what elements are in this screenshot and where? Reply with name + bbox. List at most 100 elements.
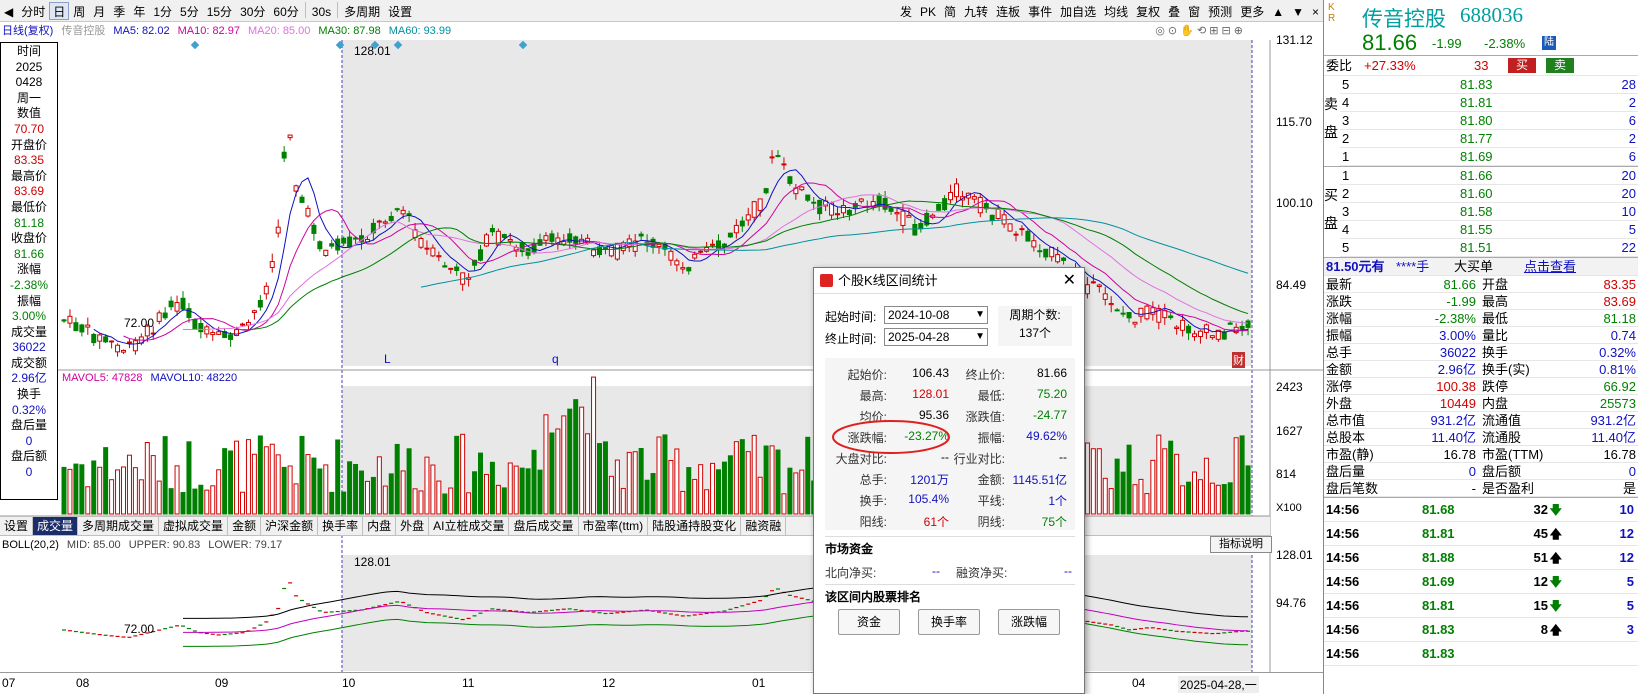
- level-price: 81.80: [1460, 113, 1493, 128]
- stat-label: 最低:: [977, 389, 1005, 403]
- sells-level-row[interactable]: 4 81.81 2: [1340, 94, 1638, 112]
- finance-badge[interactable]: 财: [1232, 352, 1245, 368]
- detail-label: 盘后笔数: [1326, 481, 1379, 496]
- indicator-tab[interactable]: 换手率: [318, 517, 364, 535]
- toolbar-tool-button[interactable]: 简: [940, 2, 960, 20]
- period-button[interactable]: 60分: [269, 2, 302, 20]
- indicator-tab[interactable]: 陆股通持股变化: [648, 517, 742, 535]
- indicator-tab[interactable]: 市盈率(ttm): [579, 517, 649, 535]
- detail-row: 最新 81.66 开盘 83.35: [1324, 276, 1638, 293]
- level-qty: 10: [1621, 204, 1636, 219]
- period-button[interactable]: 周: [69, 2, 89, 20]
- period-button[interactable]: 日: [49, 1, 70, 20]
- indicator-tab[interactable]: 沪深金额: [261, 517, 319, 535]
- period-button[interactable]: 年: [129, 2, 149, 20]
- level-qty: 6: [1628, 149, 1636, 164]
- indicator-tab[interactable]: 设置: [0, 517, 34, 535]
- sell-orderbook: 5 81.83 28 4 81.81 2 3 81.80 6 2 81.77 2 1 81.69 6 卖 盘: [1324, 76, 1638, 167]
- level-qty: 2: [1628, 131, 1636, 146]
- toolbar-tool-button[interactable]: 发: [896, 2, 916, 20]
- indicator-tab[interactable]: 外盘: [396, 517, 430, 535]
- detail-value: 11.40亿: [1591, 430, 1636, 445]
- indicator-help-button[interactable]: 指标说明: [1210, 536, 1272, 553]
- volume-axis-label: 814: [1276, 467, 1297, 481]
- kline-range-stats-dialog: 个股K线区间统计 ✕ 起始时间: 2024-10-08 ▼ 终止时间: 2025-…: [813, 267, 1085, 694]
- period-button[interactable]: 设置: [384, 2, 416, 20]
- toolbar-tool-button[interactable]: 连板: [992, 2, 1024, 20]
- detail-value: 0: [1628, 464, 1636, 479]
- buys-level-row[interactable]: 3 81.58 10: [1340, 203, 1638, 221]
- indicator-tab[interactable]: AI立桩成交量: [429, 517, 510, 535]
- indicator-tab[interactable]: 多周期成交量: [78, 517, 160, 535]
- buys-level-row[interactable]: 5 81.51 22: [1340, 239, 1638, 257]
- buys-level-row[interactable]: 1 81.66 20: [1340, 167, 1638, 185]
- period-button[interactable]: 月: [89, 2, 109, 20]
- indicator-tab[interactable]: 虚拟成交量: [159, 517, 229, 535]
- toolbar-tool-button[interactable]: 预测: [1204, 2, 1236, 20]
- rank-turnover-button[interactable]: 换手率: [918, 609, 980, 635]
- period-button[interactable]: 1分: [149, 2, 176, 20]
- toolbar-tool-button[interactable]: 均线: [1100, 2, 1132, 20]
- toolbar-tool-button[interactable]: 更多: [1236, 2, 1268, 20]
- back-icon[interactable]: ◀: [0, 2, 17, 20]
- toolbar-up-icon[interactable]: ▲: [1268, 2, 1288, 20]
- indicator-tab[interactable]: 盘后成交量: [509, 517, 579, 535]
- buys-level-row[interactable]: 2 81.60 20: [1340, 185, 1638, 203]
- rank-change-button[interactable]: 涨跌幅: [998, 609, 1060, 635]
- tick-row: 14:56 81.83: [1324, 642, 1638, 666]
- detail-row: 外盘 10449 内盘 25573: [1324, 395, 1638, 412]
- detail-label: 量比: [1482, 328, 1509, 343]
- big-order-row[interactable]: 81.50元有 ****手 大买单 点击查看: [1324, 258, 1638, 276]
- detail-row: 涨跌 -1.99 最高 83.69: [1324, 293, 1638, 310]
- toolbar-tool-button[interactable]: 加自选: [1056, 2, 1100, 20]
- detail-row: 总股本 11.40亿 流通股 11.40亿: [1324, 429, 1638, 446]
- period-button[interactable]: 季: [109, 2, 129, 20]
- highlight-ellipse: [832, 420, 950, 454]
- period-button[interactable]: 分时: [17, 2, 49, 20]
- period-button[interactable]: 5分: [176, 2, 203, 20]
- detail-label: 最低: [1482, 311, 1509, 326]
- indicator-tab[interactable]: 成交量: [33, 517, 79, 535]
- start-date-select[interactable]: 2024-10-08 ▼: [884, 306, 988, 324]
- toolbar-tool-button[interactable]: PK: [916, 2, 940, 20]
- period-button[interactable]: 30分: [236, 2, 269, 20]
- toolbar-tool-button[interactable]: 事件: [1024, 2, 1056, 20]
- indicator-tab[interactable]: 金额: [228, 517, 262, 535]
- period-button[interactable]: 多周期: [340, 2, 384, 20]
- period-button[interactable]: 15分: [203, 2, 236, 20]
- panel-row: 周一: [16, 90, 41, 105]
- rank-fund-button[interactable]: 资金: [838, 609, 900, 635]
- toolbar-tool-button[interactable]: 九转: [960, 2, 992, 20]
- level-num: 3: [1342, 204, 1350, 219]
- sells-level-row[interactable]: 5 81.83 28: [1340, 76, 1638, 94]
- period-button[interactable]: 30s: [308, 2, 335, 20]
- indicator-tab[interactable]: 内盘: [363, 517, 397, 535]
- chart-area[interactable]: [0, 40, 1323, 672]
- tick-volume: 15: [1533, 598, 1548, 613]
- close-icon[interactable]: ✕: [1063, 268, 1076, 294]
- level-price: 81.58: [1460, 204, 1493, 219]
- toolbar-close-icon[interactable]: ×: [1308, 2, 1323, 20]
- buys-level-row[interactable]: 4 81.55 5: [1340, 221, 1638, 239]
- quote-panel: K R 传音控股 688036 81.66 -1.99 -2.38% 陆 委比 …: [1323, 0, 1638, 694]
- toolbar-tool-button[interactable]: 叠: [1164, 2, 1184, 20]
- price-change-pct: -2.38%: [1484, 36, 1526, 51]
- end-date-select[interactable]: 2025-04-28 ▼: [884, 328, 988, 346]
- detail-value: 0.32%: [1599, 345, 1636, 360]
- sells-level-row[interactable]: 2 81.77 2: [1340, 130, 1638, 148]
- big-order-link[interactable]: 点击查看: [1524, 258, 1576, 276]
- buy-orderbook: 1 81.66 20 2 81.60 20 3 81.58 10 4 81.55 5 5 81.51 22 买…: [1324, 167, 1638, 258]
- sells-level-row[interactable]: 3 81.80 6: [1340, 112, 1638, 130]
- buy-button[interactable]: 买: [1508, 58, 1537, 73]
- toolbar-tool-button[interactable]: 窗: [1184, 2, 1204, 20]
- detail-label: 总市值: [1326, 413, 1366, 428]
- toolbar-tool-button[interactable]: 复权: [1132, 2, 1164, 20]
- tick-count: 10: [1619, 502, 1634, 517]
- tick-price: 81.81: [1422, 598, 1455, 613]
- toolbar-down-icon[interactable]: ▼: [1288, 2, 1308, 20]
- sell-button[interactable]: 卖: [1546, 58, 1575, 73]
- detail-label: 盘后量: [1326, 464, 1366, 479]
- indicator-tab[interactable]: 融资融: [741, 517, 787, 535]
- tick-volume: 8: [1540, 622, 1548, 637]
- sells-level-row[interactable]: 1 81.69 6: [1340, 148, 1638, 166]
